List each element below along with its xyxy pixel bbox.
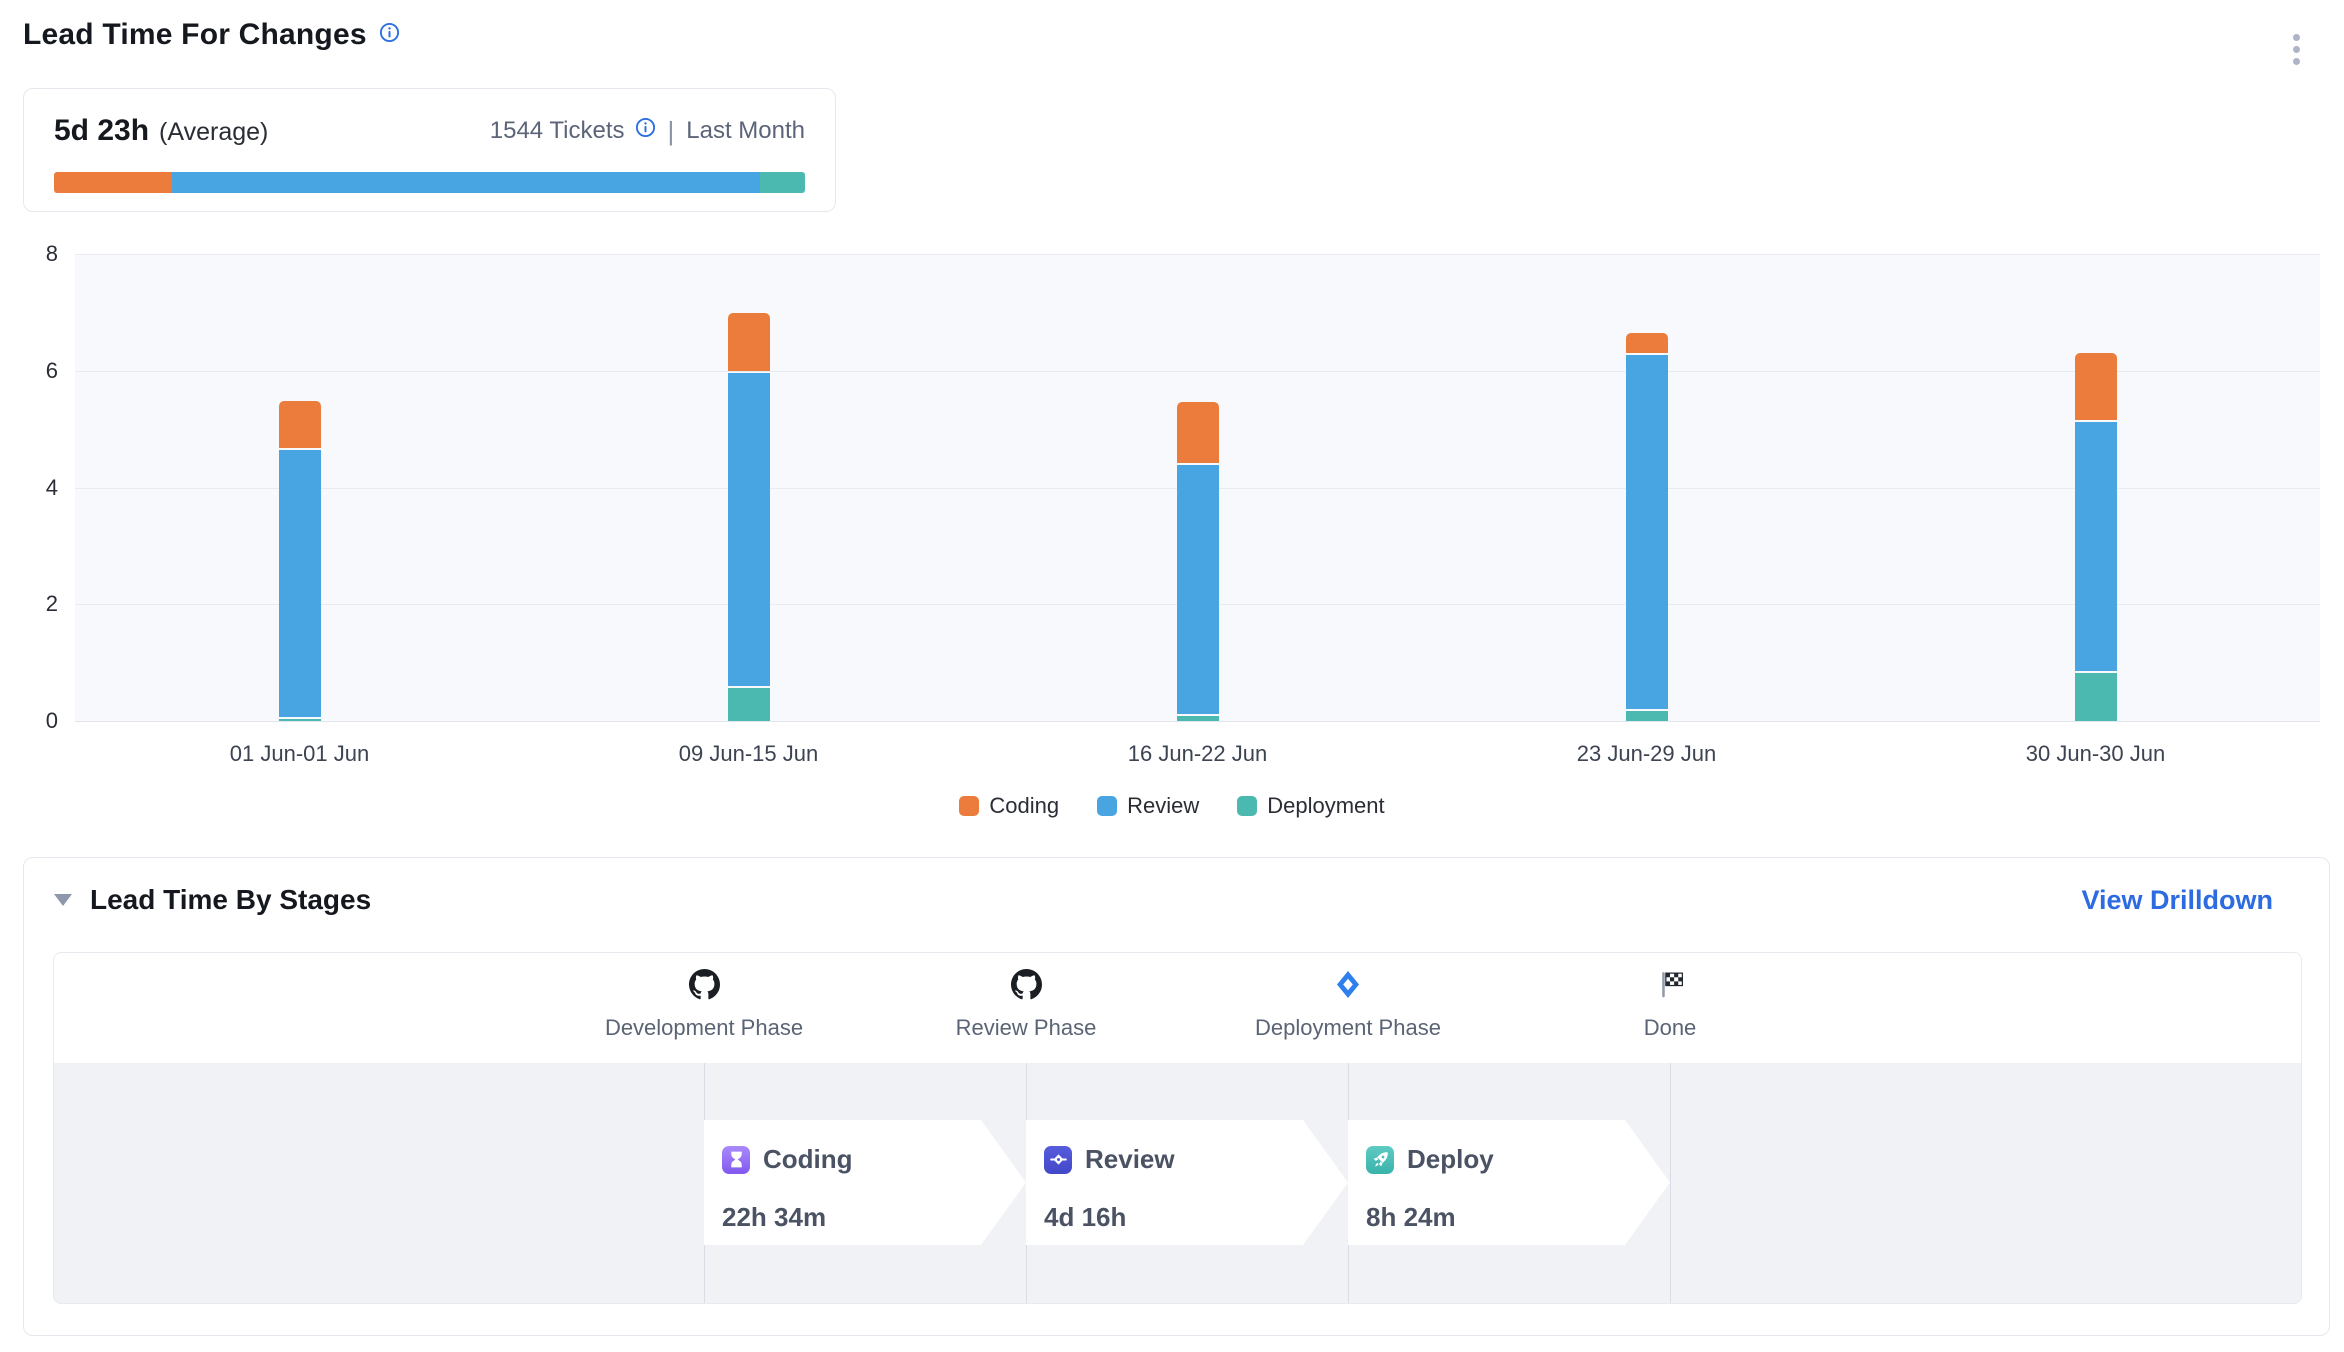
phase-label: Review Phase (906, 1015, 1146, 1041)
stage-duration: 4d 16h (1044, 1202, 1126, 1233)
page-title: Lead Time For Changes (23, 18, 367, 52)
breakdown-segment-coding (54, 172, 172, 193)
gridline (75, 371, 2320, 372)
summary-card: 5d 23h (Average) 1544 Tickets | Last Mon… (23, 88, 836, 212)
period-label: Last Month (686, 117, 805, 145)
stacked-bar (1626, 333, 1668, 721)
lead-time-breakdown-bar (54, 172, 805, 193)
tickets-count: 1544 Tickets (490, 117, 625, 145)
phase-column: Done (1550, 953, 1790, 1041)
bar-segment-deployment (1177, 716, 1219, 721)
chart-legend: Coding Review Deployment (0, 793, 2344, 819)
info-icon[interactable] (635, 117, 656, 145)
x-axis-label: 23 Jun-29 Jun (1517, 741, 1777, 767)
bar-segment-deployment (728, 688, 770, 721)
stacked-bar (728, 313, 770, 721)
legend-label: Review (1127, 793, 1199, 819)
finish-flag-icon (1655, 969, 1686, 1001)
rocket-icon (1366, 1146, 1394, 1174)
stage-duration: 22h 34m (722, 1202, 826, 1233)
y-axis-label: 0 (12, 708, 58, 734)
stages-table: Development Phase Review Phase Deployment … (53, 952, 2302, 1304)
stages-panel: Lead Time By Stages View Drilldown Devel… (23, 857, 2330, 1336)
column-divider (1670, 1063, 1671, 1303)
deployment-diamond-icon (1335, 969, 1361, 1001)
bar-segment-review (2075, 422, 2117, 671)
bar-segment-review (728, 373, 770, 686)
stages-body: Coding 22h 34m Review 4d 16h Deploy 8h 24m (54, 1063, 2301, 1303)
bar-segment-coding (1177, 402, 1219, 463)
average-value: 5d 23h (54, 114, 149, 148)
breakdown-segment-review (172, 172, 760, 193)
phase-column: Development Phase (584, 953, 824, 1041)
phase-label: Development Phase (584, 1015, 824, 1041)
legend-label: Deployment (1267, 793, 1384, 819)
kebab-menu-icon[interactable] (2289, 30, 2304, 69)
stage-duration: 8h 24m (1366, 1202, 1456, 1233)
average-lead-time: 5d 23h (Average) (54, 114, 268, 148)
phase-column: Deployment Phase (1228, 953, 1468, 1041)
lead-time-chart: 0 2 4 6 8 01 Jun-01 Jun 09 Jun-15 Jun 16 Jun-22… (0, 240, 2344, 850)
gridline (75, 254, 2320, 255)
bar-segment-review (1177, 465, 1219, 714)
phase-label: Done (1550, 1015, 1790, 1041)
x-axis-label: 09 Jun-15 Jun (619, 741, 879, 767)
caret-down-icon[interactable] (54, 894, 72, 906)
stage-card-review[interactable]: Review 4d 16h (1026, 1120, 1348, 1245)
legend-swatch (1097, 796, 1117, 816)
github-icon (1011, 969, 1042, 1001)
average-qualifier: (Average) (159, 118, 268, 147)
x-axis-label: 01 Jun-01 Jun (170, 741, 430, 767)
info-icon[interactable] (379, 22, 400, 48)
stage-label: Coding (763, 1144, 853, 1175)
bar-segment-coding (728, 313, 770, 371)
page-header: Lead Time For Changes (23, 18, 400, 52)
stage-card-deploy[interactable]: Deploy 8h 24m (1348, 1120, 1670, 1245)
phase-column: Review Phase (906, 953, 1146, 1041)
stage-label: Deploy (1407, 1144, 1494, 1175)
legend-swatch (1237, 796, 1257, 816)
stage-card-coding[interactable]: Coding 22h 34m (704, 1120, 1026, 1245)
commit-diamond-icon (1044, 1146, 1072, 1174)
y-axis-label: 6 (12, 358, 58, 384)
lead-time-widget: Lead Time For Changes 5d 23h (Average) 1… (0, 0, 2344, 1352)
stacked-bar (2075, 353, 2117, 721)
bar-segment-coding (2075, 353, 2117, 420)
stacked-bar (1177, 402, 1219, 721)
stages-title: Lead Time By Stages (90, 884, 371, 916)
github-icon (689, 969, 720, 1001)
bar-segment-coding (279, 401, 321, 448)
bar-segment-deployment (279, 719, 321, 721)
legend-label: Coding (989, 793, 1059, 819)
separator: | (668, 116, 675, 147)
bar-segment-review (279, 450, 321, 717)
phase-label: Deployment Phase (1228, 1015, 1468, 1041)
y-axis-label: 8 (12, 241, 58, 267)
x-axis-label: 30 Jun-30 Jun (1966, 741, 2226, 767)
y-axis-label: 2 (12, 591, 58, 617)
legend-item-coding[interactable]: Coding (959, 793, 1059, 819)
hourglass-icon (722, 1146, 750, 1174)
view-drilldown-link[interactable]: View Drilldown (2081, 885, 2273, 916)
breakdown-segment-deployment (760, 172, 805, 193)
bar-segment-deployment (1626, 711, 1668, 721)
plot-area (75, 254, 2320, 721)
stage-label: Review (1085, 1144, 1175, 1175)
stacked-bar (279, 401, 321, 721)
y-axis-label: 4 (12, 475, 58, 501)
legend-item-deployment[interactable]: Deployment (1237, 793, 1384, 819)
bar-segment-deployment (2075, 673, 2117, 721)
legend-swatch (959, 796, 979, 816)
gridline (75, 721, 2320, 722)
bar-segment-coding (1626, 333, 1668, 353)
x-axis-label: 16 Jun-22 Jun (1068, 741, 1328, 767)
legend-item-review[interactable]: Review (1097, 793, 1199, 819)
bar-segment-review (1626, 355, 1668, 709)
